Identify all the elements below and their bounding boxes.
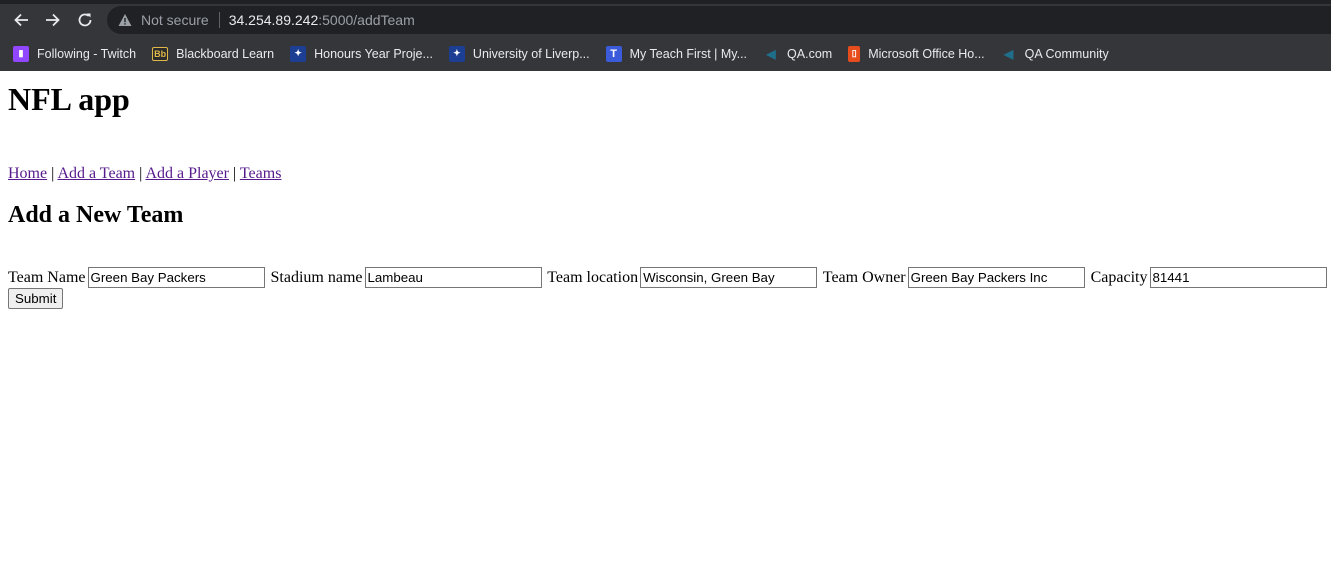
team-owner-input[interactable] bbox=[907, 267, 1085, 288]
bookmark-label: Microsoft Office Ho... bbox=[868, 46, 985, 61]
bookmark-teach-first[interactable]: T My Teach First | My... bbox=[605, 45, 748, 62]
form-heading: Add a New Team bbox=[8, 202, 184, 228]
bookmark-qa-community[interactable]: ◀ QA Community bbox=[1001, 46, 1109, 62]
not-secure-label[interactable]: Not secure bbox=[141, 12, 209, 28]
reload-icon bbox=[78, 13, 92, 27]
url-path: :5000/addTeam bbox=[318, 12, 415, 28]
browser-chrome: Not secure 34.254.89.242:5000/addTeam ▮ … bbox=[0, 0, 1331, 71]
team-owner-label: Team Owner bbox=[822, 269, 906, 286]
bookmark-honours-year[interactable]: ✦ Honours Year Proje... bbox=[290, 45, 433, 62]
bookmark-office[interactable]: ▯ Microsoft Office Ho... bbox=[848, 45, 985, 62]
add-team-form: Team Name Stadium name Team location Tea… bbox=[8, 267, 1327, 309]
nav-separator: | bbox=[51, 165, 55, 182]
bookmark-label: QA.com bbox=[787, 46, 833, 61]
warning-icon[interactable] bbox=[117, 12, 133, 28]
nav-separator: | bbox=[232, 165, 237, 182]
stadium-name-input[interactable] bbox=[364, 267, 542, 288]
browser-toolbar: Not secure 34.254.89.242:5000/addTeam bbox=[0, 4, 1331, 36]
capacity-label: Capacity bbox=[1090, 269, 1148, 286]
bookmark-twitch[interactable]: ▮ Following - Twitch bbox=[13, 45, 137, 62]
arrow-left-icon bbox=[14, 13, 28, 27]
nav-link-home[interactable]: Home bbox=[8, 165, 47, 182]
site-nav: Home | Add a Team | Add a Player | Teams bbox=[8, 165, 1323, 183]
qa-icon: ◀ bbox=[766, 46, 776, 61]
form-fields-row: Team Name Stadium name Team location Tea… bbox=[8, 267, 1327, 288]
page-title: NFL app bbox=[8, 81, 130, 117]
forward-button[interactable] bbox=[42, 9, 64, 31]
team-location-label: Team location bbox=[547, 269, 639, 286]
office-icon: ▯ bbox=[848, 45, 861, 62]
nav-link-add-player[interactable]: Add a Player bbox=[145, 165, 229, 182]
liverpool-bird-icon: ✦ bbox=[448, 45, 465, 62]
bookmark-label: My Teach First | My... bbox=[629, 46, 748, 61]
team-name-label: Team Name bbox=[8, 269, 86, 286]
omnibox-divider bbox=[218, 12, 220, 28]
back-button[interactable] bbox=[10, 9, 32, 31]
url-host: 34.254.89.242 bbox=[228, 12, 319, 28]
nav-separator: | bbox=[139, 165, 143, 182]
team-location-input[interactable] bbox=[640, 267, 818, 288]
arrow-right-icon bbox=[46, 13, 60, 27]
bookmark-qa[interactable]: ◀ QA.com bbox=[763, 46, 832, 62]
submit-button[interactable]: Submit bbox=[8, 288, 64, 309]
nav-link-teams[interactable]: Teams bbox=[240, 165, 282, 182]
bookmark-blackboard[interactable]: Bb Blackboard Learn bbox=[152, 46, 275, 61]
bookmark-label: QA Community bbox=[1024, 46, 1109, 61]
bookmarks-bar: ▮ Following - Twitch Bb Blackboard Learn… bbox=[0, 36, 1331, 71]
qa-icon: ◀ bbox=[1004, 46, 1014, 61]
blackboard-icon: Bb bbox=[152, 46, 169, 61]
bookmark-label: Honours Year Proje... bbox=[314, 46, 433, 61]
team-name-input[interactable] bbox=[87, 267, 265, 288]
bookmark-label: Blackboard Learn bbox=[176, 46, 275, 61]
reload-button[interactable] bbox=[74, 9, 96, 31]
address-bar[interactable]: Not secure 34.254.89.242:5000/addTeam bbox=[107, 6, 1331, 34]
bookmark-university-liverpool[interactable]: ✦ University of Liverp... bbox=[448, 45, 590, 62]
bookmark-label: University of Liverp... bbox=[472, 46, 590, 61]
teachfirst-icon: T bbox=[605, 45, 622, 62]
stadium-name-label: Stadium name bbox=[270, 269, 363, 286]
capacity-input[interactable] bbox=[1149, 267, 1327, 288]
bookmark-label: Following - Twitch bbox=[37, 46, 137, 61]
nav-link-add-team[interactable]: Add a Team bbox=[57, 165, 135, 182]
page-content: NFL app Home | Add a Team | Add a Player… bbox=[0, 81, 1331, 309]
twitch-icon: ▮ bbox=[13, 45, 29, 62]
liverpool-bird-icon: ✦ bbox=[290, 45, 307, 62]
